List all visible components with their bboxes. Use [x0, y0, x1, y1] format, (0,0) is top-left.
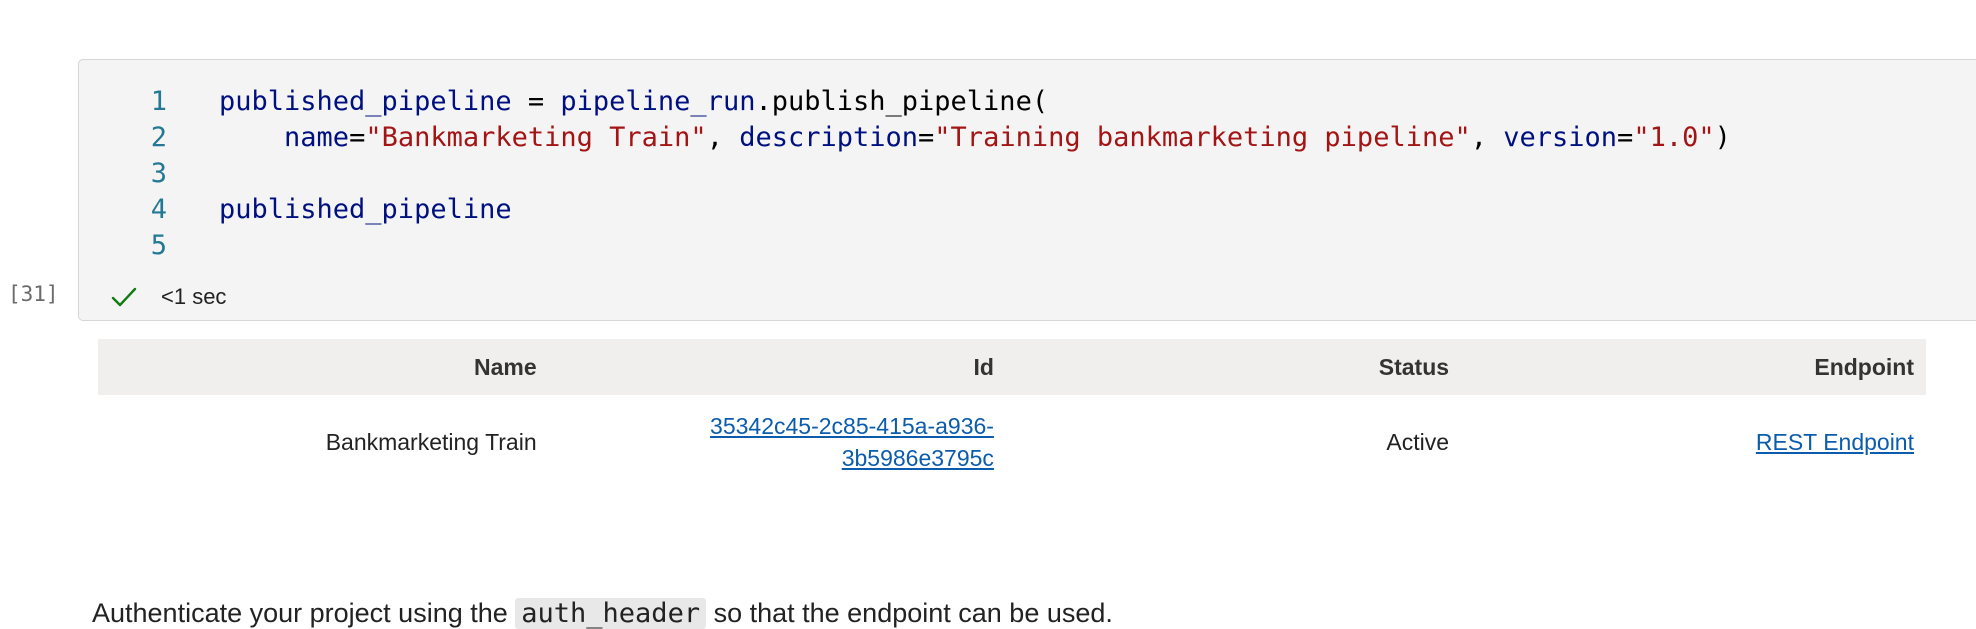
code-line-5: 5: [79, 228, 1731, 264]
execution-count: [31]: [8, 282, 59, 306]
markdown-text-part: so that the endpoint can be used.: [706, 598, 1113, 628]
line-number: 2: [150, 122, 167, 153]
pipeline-id-link[interactable]: 35342c45-2c85-415a-a936- 3b5986e3795c: [710, 413, 994, 471]
code-token: ): [1714, 122, 1731, 153]
code-line-4: 4 published_pipeline: [79, 192, 1731, 228]
output-table: Name Id Status Endpoint Bankmarketing Tr…: [98, 339, 1926, 489]
rest-endpoint-link[interactable]: REST Endpoint: [1756, 429, 1914, 455]
cell-endpoint: REST Endpoint: [1461, 395, 1926, 489]
cell-status: Active: [1386, 429, 1450, 455]
code-line-1: 1 published_pipeline = pipeline_run. publ…: [79, 84, 1731, 120]
code-token: "1.0": [1633, 122, 1715, 153]
line-number: 1: [150, 86, 167, 117]
code-token: (: [1031, 86, 1049, 117]
pipeline-id-part-1: 35342c45-2c85-415a-a936-: [710, 413, 994, 439]
column-header-endpoint: Endpoint: [1814, 353, 1914, 380]
code-token: =: [918, 122, 935, 153]
code-token: =: [1617, 122, 1634, 153]
code-line-2: 2 name = "Bankmarketing Train", descriptio…: [79, 120, 1731, 156]
markdown-text-part: Authenticate your project using the: [92, 598, 516, 628]
code-token: description: [739, 122, 919, 153]
code-token: ,: [706, 122, 740, 153]
code-token: "Bankmarketing Train": [365, 122, 707, 153]
column-header-name: Name: [473, 353, 537, 380]
cell-name: Bankmarketing Train: [325, 429, 537, 455]
table-row: Bankmarketing Train 35342c45-2c85-415a-a…: [98, 395, 1926, 489]
line-number: 5: [150, 230, 167, 261]
code-token: published_pipeline: [219, 194, 512, 225]
check-icon: [109, 282, 139, 312]
code-token: =: [349, 122, 366, 153]
code-token: ,: [1470, 122, 1504, 153]
code-token: .: [755, 86, 772, 117]
line-number: 4: [150, 194, 167, 225]
code-token: "Training bankmarketing pipeline": [934, 122, 1471, 153]
code-token: name: [284, 122, 350, 153]
code-token: publish_pipeline: [771, 86, 1032, 117]
column-header-id: Id: [973, 353, 994, 380]
pipeline-id-part-2: 3b5986e3795c: [841, 445, 994, 471]
code-cell[interactable]: 1 published_pipeline = pipeline_run. publ…: [78, 59, 1976, 321]
cell-id: 35342c45-2c85-415a-a936- 3b5986e3795c: [549, 395, 1006, 489]
cell-status-bar: <1 sec: [109, 282, 226, 312]
code-line-3: 3: [79, 156, 1731, 192]
code-token: version: [1503, 122, 1618, 153]
code-token: =: [511, 86, 561, 117]
code-editor[interactable]: 1 published_pipeline = pipeline_run. publ…: [79, 84, 1731, 264]
line-number: 3: [150, 158, 167, 189]
code-token: published_pipeline: [219, 86, 512, 117]
table-header-row: Name Id Status Endpoint: [98, 339, 1926, 395]
execution-duration: <1 sec: [161, 284, 227, 309]
column-header-status: Status: [1378, 353, 1450, 380]
code-token: pipeline_run: [560, 86, 756, 117]
